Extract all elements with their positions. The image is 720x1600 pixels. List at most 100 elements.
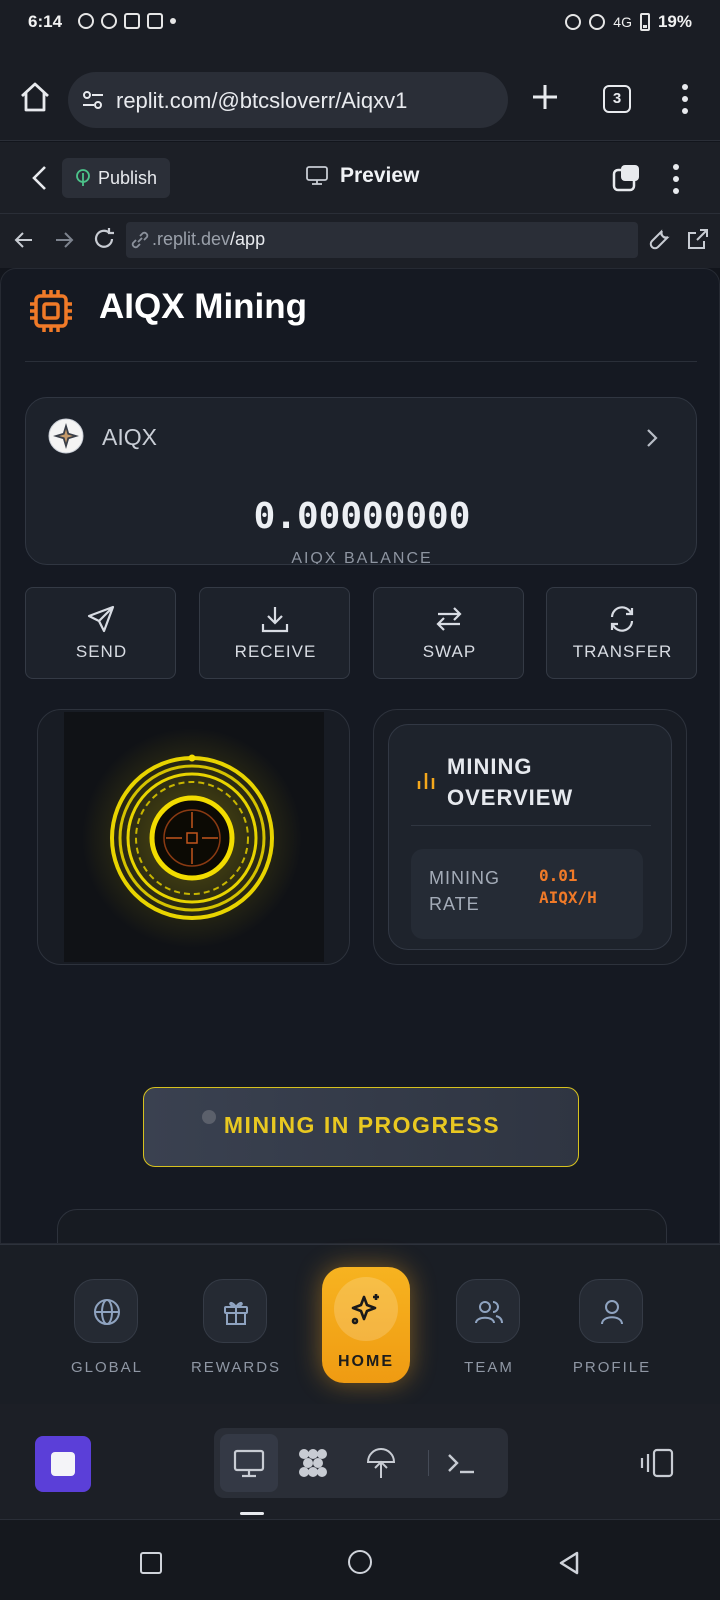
- site-settings-icon[interactable]: [82, 90, 104, 110]
- shield-icon: [124, 13, 140, 29]
- nav-global-circle: [74, 1279, 138, 1343]
- balance-card[interactable]: AIQX 0.00000000 AIQX BALANCE: [25, 397, 697, 565]
- link-icon: [131, 231, 149, 249]
- browser-toolbar: replit.com/@btcsloverr/Aiqxv1 3: [0, 46, 720, 141]
- notification-icons: [78, 13, 176, 29]
- receive-label: RECEIVE: [234, 642, 317, 661]
- chip-icon: [30, 290, 72, 332]
- url-text: replit.com/@btcsloverr/Aiqxv1: [116, 88, 408, 113]
- sparkles-icon: [351, 1294, 379, 1325]
- mining-orb-card: [37, 709, 350, 965]
- address-bar[interactable]: replit.com/@btcsloverr/Aiqxv1: [68, 72, 508, 128]
- publish-label: Publish: [98, 168, 158, 188]
- arrow-left-icon[interactable]: [12, 228, 36, 252]
- url-path: /app: [230, 229, 266, 249]
- rate-value-line1: 0.01: [539, 866, 578, 885]
- status-time: 6:14: [28, 12, 63, 31]
- network-label: 4G: [613, 14, 632, 30]
- mining-status-label: MINING IN PROGRESS: [223, 1112, 501, 1138]
- external-link-icon[interactable]: [686, 227, 710, 251]
- receive-button[interactable]: RECEIVE: [199, 587, 350, 679]
- alarm-icon: [565, 14, 582, 30]
- home-icon[interactable]: [18, 80, 52, 114]
- stop-button[interactable]: [35, 1436, 91, 1492]
- app-title: AIQX Mining: [99, 287, 308, 326]
- nav-rewards-label: REWARDS: [190, 1359, 282, 1376]
- overview-title: MINING OVERVIEW: [447, 751, 573, 813]
- gift-icon: [224, 1301, 248, 1325]
- rate-label-line1: MINING: [429, 868, 500, 888]
- recents-icon[interactable]: [140, 1552, 162, 1574]
- swap-label: SWAP: [422, 642, 477, 661]
- replit-toolbar: [0, 1404, 720, 1520]
- next-card: [57, 1209, 667, 1243]
- tab-switcher-button[interactable]: 3: [603, 85, 631, 113]
- multi-window-icon[interactable]: [612, 164, 640, 192]
- overview-title-line2: OVERVIEW: [447, 785, 574, 810]
- rate-value-line2: AIQX/H: [539, 888, 597, 907]
- overview-title-line1: MINING: [447, 754, 533, 779]
- battery-percent: 19%: [657, 12, 692, 31]
- arrow-right-icon[interactable]: [52, 228, 76, 252]
- send-label: SEND: [75, 642, 128, 661]
- refresh-icon: [610, 606, 634, 632]
- browser-menu-icon[interactable]: [675, 82, 695, 116]
- nav-rewards[interactable]: REWARDS: [181, 1279, 291, 1379]
- deploy-icon[interactable]: [364, 1446, 398, 1480]
- system-icons: 4G 19%: [565, 12, 692, 32]
- nav-global[interactable]: GLOBAL: [52, 1279, 162, 1379]
- monitor-icon[interactable]: [232, 1446, 266, 1480]
- nav-team[interactable]: TEAM: [434, 1279, 544, 1379]
- action-buttons: SEND RECEIVE SWAP TRANSFER: [25, 587, 697, 679]
- replit-menu-icon[interactable]: [666, 162, 686, 196]
- android-home-icon[interactable]: [348, 1550, 372, 1574]
- mining-overview-card: MINING OVERVIEW MINING RATE 0.01 AIQX/H: [373, 709, 687, 965]
- apps-grid-icon[interactable]: [296, 1446, 330, 1480]
- aiqx-coin-icon: [48, 418, 84, 454]
- bar-chart-icon: [417, 773, 435, 789]
- battery-icon: [639, 13, 650, 31]
- send-button[interactable]: SEND: [25, 587, 176, 679]
- divider: [411, 825, 651, 826]
- download-icon: [261, 607, 289, 633]
- reload-icon[interactable]: [92, 227, 116, 251]
- more-notifications-icon: [170, 18, 176, 24]
- active-tool-indicator: [240, 1512, 264, 1515]
- mining-status-button[interactable]: MINING IN PROGRESS: [143, 1087, 579, 1167]
- nav-profile-circle: [579, 1279, 643, 1343]
- transfer-button[interactable]: TRANSFER: [546, 587, 697, 679]
- webview-toolbar: .replit.dev/app: [0, 214, 720, 268]
- android-back-icon[interactable]: [557, 1550, 581, 1576]
- mining-rate-label: MINING RATE: [429, 865, 500, 917]
- monitor-icon: [306, 166, 328, 185]
- replit-header: Publish Preview: [0, 142, 720, 214]
- wrench-icon[interactable]: [648, 227, 672, 251]
- new-tab-icon[interactable]: [530, 82, 560, 112]
- swap-icon: [436, 607, 462, 631]
- divider: [25, 361, 697, 362]
- app-bottom-nav: GLOBAL REWARDS HOME TEAM PROFILE: [0, 1244, 720, 1404]
- whatsapp-icon: [78, 13, 94, 29]
- url-prefix: .replit.dev: [152, 229, 231, 249]
- panel-toggle-icon[interactable]: [640, 1448, 676, 1478]
- nav-profile[interactable]: PROFILE: [557, 1279, 667, 1379]
- publish-icon: [76, 169, 90, 186]
- webview-url-bar[interactable]: .replit.dev/app: [126, 222, 638, 258]
- chevron-left-icon[interactable]: [28, 164, 52, 192]
- app-viewport: AIQX Mining AIQX 0.00000000 AIQX BALANCE…: [0, 268, 720, 1244]
- publish-button[interactable]: Publish: [62, 158, 170, 198]
- terminal-icon[interactable]: [444, 1446, 478, 1480]
- android-nav-bar: [0, 1520, 720, 1600]
- tool-switcher: [214, 1428, 508, 1498]
- mute-icon: [589, 14, 606, 30]
- globe-icon: [94, 1299, 120, 1325]
- nav-home[interactable]: HOME: [322, 1267, 410, 1383]
- balance-label: AIQX BALANCE: [291, 550, 433, 565]
- transfer-label: TRANSFER: [572, 642, 673, 661]
- webview-url-text: .replit.dev/app: [152, 229, 265, 250]
- preview-label: Preview: [340, 164, 420, 187]
- nav-rewards-circle: [203, 1279, 267, 1343]
- overview-panel: MINING OVERVIEW MINING RATE 0.01 AIQX/H: [388, 724, 672, 950]
- chevron-right-icon[interactable]: [642, 426, 662, 450]
- swap-button[interactable]: SWAP: [373, 587, 524, 679]
